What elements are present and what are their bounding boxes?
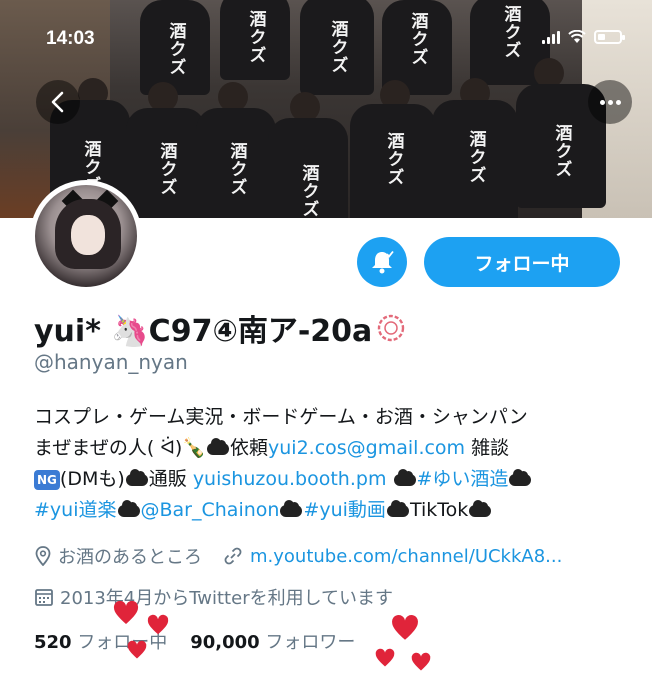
back-chevron-icon — [51, 91, 64, 113]
location-icon — [35, 546, 51, 566]
joined-text: 2013年4月からTwitterを利用しています — [60, 588, 394, 609]
cloud-icon — [207, 437, 229, 455]
notifications-button[interactable] — [357, 237, 407, 287]
hashtag-link[interactable]: #ゆい酒造 — [417, 468, 509, 490]
bio-line: #yui道楽 @Bar_Chainon #yui動画 TikTok — [34, 495, 624, 526]
status-icons — [542, 30, 625, 44]
banner-person: 酒クズ — [196, 108, 276, 218]
cloud-icon — [125, 468, 148, 486]
signal-icon — [542, 30, 560, 44]
follow-stats: 520 フォロー中 90,000 フォロワー — [34, 628, 355, 654]
joined-row: 2013年4月からTwitterを利用しています — [34, 584, 393, 610]
banner-person: 酒クズ — [350, 104, 436, 218]
display-name-text: yui* 🦄C97④南ア-20a — [34, 314, 373, 349]
ng-badge: NG — [34, 469, 60, 490]
website-link[interactable]: m.youtube.com/channel/UCkkA8... — [250, 546, 562, 567]
booth-link[interactable]: yuishuzou.booth.pm — [193, 468, 387, 490]
location-text: お酒のあるところ — [58, 547, 202, 568]
banner-shirt-text: 酒クズ — [165, 22, 186, 76]
banner-person: 酒クズ — [220, 0, 290, 80]
avatar[interactable] — [30, 180, 142, 292]
banner-shirt-text: 酒クズ — [383, 132, 404, 186]
bio-line: NG (DMも) 通販 yuishuzou.booth.pm #ゆい酒造 — [34, 464, 624, 495]
banner-person: 酒クズ — [126, 108, 206, 218]
heart-icon — [147, 614, 169, 635]
cloud-icon — [280, 499, 303, 517]
more-icon — [599, 99, 605, 105]
bell-icon — [372, 250, 394, 274]
banner-shirt-text: 酒クズ — [156, 142, 177, 196]
heart-icon — [375, 648, 395, 667]
following-button[interactable]: フォロー中 — [424, 237, 620, 287]
heart-icon — [127, 640, 147, 659]
battery-icon — [594, 30, 625, 44]
hashtag-link[interactable]: #yui道楽 — [34, 499, 117, 521]
more-button[interactable] — [588, 80, 632, 124]
cloud-icon — [117, 499, 140, 517]
heart-icon — [411, 652, 431, 671]
handle: @hanyan_nyan — [34, 350, 188, 374]
cloud-icon — [386, 499, 409, 517]
profile-meta-row: お酒のあるところ m.youtube.com/channel/UCkkA8... — [34, 543, 562, 569]
heart-icon — [392, 615, 418, 640]
banner-shirt-text: 酒クズ — [465, 130, 486, 184]
cloud-icon — [469, 499, 492, 517]
email-link[interactable]: yui2.cos@gmail.com — [268, 437, 465, 459]
banner-person: 酒クズ — [300, 0, 374, 95]
banner-person: 酒クズ — [268, 118, 348, 218]
banner-shirt-text: 酒クズ — [245, 10, 266, 64]
bio: コスプレ・ゲーム実況・ボードゲーム・お酒・シャンパン まぜまぜの人( ᐛ)🍾 依頼… — [34, 402, 624, 526]
followers-stat[interactable]: 90,000 フォロワー — [190, 632, 355, 653]
banner-shirt-text: 酒クズ — [407, 12, 428, 66]
hashtag-link[interactable]: #yui動画 — [303, 499, 386, 521]
mention-link[interactable]: @Bar_Chainon — [141, 499, 280, 521]
banner-shirt-text: 酒クズ — [500, 5, 521, 59]
banner-shirt-text: 酒クズ — [226, 142, 247, 196]
cloud-icon — [393, 468, 416, 486]
heart-icon — [113, 600, 139, 624]
cloud-icon — [509, 468, 532, 486]
banner-person: 酒クズ — [140, 0, 210, 95]
wifi-icon — [568, 30, 586, 43]
banner-shirt-text: 酒クズ — [551, 124, 572, 178]
calendar-icon — [35, 589, 53, 606]
bio-line: コスプレ・ゲーム実況・ボードゲーム・お酒・シャンパン — [34, 406, 528, 428]
banner-shirt-text: 酒クズ — [298, 164, 319, 218]
stamp-icon — [378, 314, 405, 342]
back-button[interactable] — [36, 80, 80, 124]
banner-shirt-text: 酒クズ — [327, 20, 348, 74]
display-name: yui* 🦄C97④南ア-20a — [34, 306, 406, 350]
banner-person: 酒クズ — [432, 100, 518, 218]
status-time: 14:03 — [46, 28, 95, 49]
link-icon — [224, 547, 242, 565]
bio-line: まぜまぜの人( ᐛ)🍾 依頼yui2.cos@gmail.com 雑談 — [34, 437, 510, 459]
